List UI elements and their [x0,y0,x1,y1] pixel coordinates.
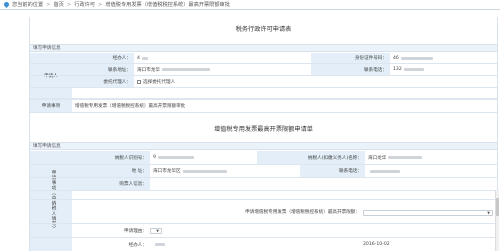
form2-row-purchaser: 购票人信息： [30,178,497,191]
handler2-label: 经办人： [128,242,147,248]
taxpayer-name-value[interactable]: 海口龙华 [365,151,499,164]
breadcrumb-separator: > [98,1,103,8]
location-pin-icon [2,0,11,9]
handler-value[interactable]: 4 [134,53,311,63]
taxpayer-id-label: 纳税人识别号： [72,151,150,164]
id-number-value[interactable]: 46 [390,53,499,63]
phone-value[interactable] [365,165,499,177]
address-label: 地 址： [72,165,150,177]
breadcrumb-admin-license-link[interactable]: 行政许可 [74,1,95,8]
form1-row-agent: 委托代理人： 选择委托代理人 [30,76,497,88]
form1-section-label: 填写申请信息 [30,44,497,52]
contact-phone-value[interactable]: 132 [390,64,499,75]
agent-option-label: 选择委托代理人 [143,79,176,85]
form2-row-limit: 申请增值税专用发票（增值税税控系统）最高开票限额： ▼ [30,200,497,224]
address-value[interactable]: 海口市龙华区 [150,165,300,177]
scrollbar-thumb[interactable] [496,198,499,216]
chevron-down-icon: ▼ [156,229,159,233]
page-scrollbar[interactable] [495,190,499,251]
agent-option[interactable]: 选择委托代理人 [134,76,499,87]
handler2-value[interactable] [150,238,300,251]
form1-title: 税务行政许可申请表 [235,26,292,33]
taxpayer-name-label: 纳税人(扣缴义务人)名称： [257,151,365,164]
contact-address-value[interactable]: 海口市龙华 [134,64,311,75]
form2-title: 增值税专用发票最高开票限额申请单 [214,126,313,133]
reason-label: 申请理由： [124,228,147,234]
id-number-label: 身份证件号码： [311,53,390,63]
form1-row-matter: 申请事项 增值税专用发票（增值税税控系统）最高开票限额审批 [30,99,497,113]
handler-label: 经办人： [72,53,134,63]
breadcrumb: 您当前的位置 > 首页 > 行政许可 > 增值税专用发票（增值税税控系统）最高开… [0,0,500,10]
taxpayer-id-value[interactable]: 9 [150,151,257,164]
form2-row-address: 地 址： 海口市龙华区 联系电话： [30,165,497,178]
form2-row-signature: 经办人： 2016-10-02 [30,238,497,251]
form2-row-taxpayer: 纳税人识别号： 9 纳税人(扣缴义务人)名称： 海口龙华 [30,151,497,165]
agent-label: 委托代理人： [72,76,134,87]
date-value: 2016-10-02 [363,242,390,247]
phone-label: 联系电话： [300,165,365,177]
reason-select[interactable]: ▼ [150,228,162,234]
purchaser-value[interactable] [150,178,499,190]
breadcrumb-separator: > [46,1,51,8]
purchaser-label: 购票人信息： [72,178,150,190]
form2-row-spacer [30,191,497,200]
form2-row-reason: 申请理由： ▼ [30,224,497,238]
matter-label: 申请事项 [30,100,72,112]
limit-select[interactable]: ▼ [363,210,493,216]
limit-label: 申请增值税专用发票（增值税税控系统）最高开票限额： [245,210,360,215]
matter-value: 增值税专用发票（增值税税控系统）最高开票限额审批 [75,104,186,109]
form1-row-handler: 经办人： 4 身份证件号码： 46 [30,53,497,64]
breadcrumb-current: 增值税专用发票（增值税税控系统）最高开票限额审批 [105,2,230,8]
form-panel: 税务行政许可申请表 填写申请信息 申请人 经办人： 4 身份证件号码： 46 联… [29,17,498,251]
agent-checkbox[interactable] [137,79,141,84]
chevron-down-icon: ▼ [487,211,490,215]
breadcrumb-location-label: 您当前的位置 [12,2,44,8]
breadcrumb-separator: > [66,1,72,8]
form1-row-contact: 联系地址： 海口市龙华 联系电话： 132 [30,64,497,76]
form1-row-blank [30,88,497,99]
breadcrumb-home-link[interactable]: 首页 [54,1,64,8]
form2-section-label: 填写申请信息 [30,142,497,150]
contact-address-label: 联系地址： [72,64,134,75]
contact-phone-label: 联系电话： [311,64,390,75]
